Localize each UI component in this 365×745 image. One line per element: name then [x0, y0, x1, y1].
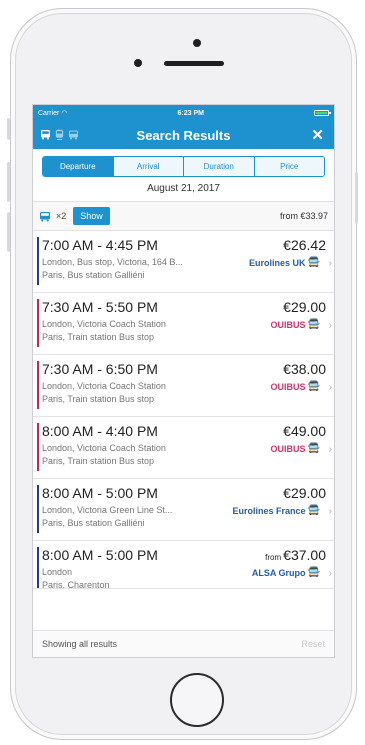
destination-stop: Paris, Train station Bus stop [42, 332, 155, 342]
chevron-right-icon: › [328, 444, 332, 455]
power-button [355, 172, 358, 224]
results-footer: Showing all results Reset [33, 630, 334, 657]
list-item[interactable]: 7:30 AM - 6:50 PM €38.00 London, Victori… [33, 355, 334, 417]
coach-icon: 🚍 [307, 381, 320, 392]
origin-stop: London, Victoria Coach Station [42, 381, 166, 391]
trip-price: €38.00 [283, 361, 326, 377]
carrier-name: Eurolines UK 🚍 [249, 257, 320, 268]
destination-stop: Paris, Bus station Galliéni [42, 270, 145, 280]
list-item[interactable]: 8:00 AM - 5:00 PM from €37.00 London Pari… [33, 541, 334, 589]
carrier-accent-bar [37, 423, 39, 471]
front-camera [193, 39, 201, 47]
destination-stop: Paris, Bus station Galliéni [42, 518, 145, 528]
trip-times: 7:30 AM - 6:50 PM [42, 361, 158, 377]
carrier-name: OUIBUS 🚍 [270, 443, 320, 454]
coach-icon: 🚍 [307, 505, 320, 516]
price-prefix: from [265, 553, 282, 562]
carrier-name: OUIBUS 🚍 [270, 381, 320, 392]
coach-icon: 🚍 [307, 319, 320, 330]
list-item[interactable]: 7:00 AM - 4:45 PM €26.42 London, Bus sto… [33, 231, 334, 293]
tab-arrival[interactable]: Arrival [112, 157, 183, 176]
show-button[interactable]: Show [73, 207, 110, 225]
list-item[interactable]: 8:00 AM - 4:40 PM €49.00 London, Victori… [33, 417, 334, 479]
page-title: Search Results [136, 128, 231, 143]
proximity-sensor [134, 59, 142, 67]
carrier-name: ALSA Grupo 🚍 [251, 567, 320, 578]
chevron-right-icon: › [328, 320, 332, 331]
results-status: Showing all results [42, 639, 118, 649]
earpiece-speaker [164, 61, 224, 66]
trip-times: 7:30 AM - 5:50 PM [42, 299, 158, 315]
trip-price: €26.42 [283, 237, 326, 253]
tab-duration[interactable]: Duration [183, 157, 254, 176]
coach-icon: 🚍 [307, 567, 320, 578]
battery-icon [313, 110, 331, 116]
sort-tabs: Departure Arrival Duration Price [42, 156, 325, 177]
carrier-label: Carrier ◠ [38, 110, 68, 117]
list-item[interactable]: 8:00 AM - 5:00 PM €29.00 London, Victori… [33, 479, 334, 541]
lowest-price: from €33.97 [279, 211, 328, 221]
home-button[interactable] [170, 673, 224, 727]
origin-stop: London, Victoria Green Line St... [42, 505, 173, 515]
tab-departure[interactable]: Departure [43, 157, 113, 176]
volume-up-button [7, 162, 10, 202]
clock: 6:23 PM [177, 109, 204, 117]
carrier-name: OUIBUS 🚍 [270, 319, 320, 330]
trip-price: €29.00 [283, 299, 326, 315]
tab-price[interactable]: Price [253, 157, 324, 176]
chevron-right-icon: › [328, 506, 332, 517]
carrier-accent-bar [37, 485, 39, 533]
origin-stop: London [42, 567, 73, 577]
trip-price: €29.00 [283, 485, 326, 501]
list-item[interactable]: 7:30 AM - 5:50 PM €29.00 London, Victori… [33, 293, 334, 355]
origin-stop: London, Victoria Coach Station [42, 319, 166, 329]
app-screen: Carrier ◠ 6:23 PM Search Results ✕ Depar… [32, 104, 335, 658]
carrier-name: Eurolines France 🚍 [232, 505, 320, 516]
chevron-right-icon: › [328, 568, 332, 579]
trip-times: 7:00 AM - 4:45 PM [42, 237, 158, 253]
origin-stop: London, Bus stop, Victoria, 164 B... [42, 257, 183, 267]
origin-stop: London, Victoria Coach Station [42, 443, 166, 453]
trip-times: 8:00 AM - 5:00 PM [42, 485, 158, 501]
coach-icon: 🚍 [307, 443, 320, 454]
carrier-accent-bar [37, 299, 39, 347]
destination-stop: Paris, Train station Bus stop [42, 394, 155, 404]
travel-date: August 21, 2017 [147, 183, 220, 194]
trip-times: 8:00 AM - 4:40 PM [42, 423, 158, 439]
bus-filter-icon[interactable] [39, 211, 51, 222]
nav-bar: Search Results ✕ [33, 121, 334, 149]
reset-button[interactable]: Reset [301, 639, 325, 649]
carrier-accent-bar [37, 237, 39, 285]
trip-times: 8:00 AM - 5:00 PM [42, 547, 158, 563]
chevron-right-icon: › [328, 382, 332, 393]
destination-stop: Paris, Train station Bus stop [42, 456, 155, 466]
wifi-icon: ◠ [61, 110, 68, 117]
close-icon[interactable]: ✕ [311, 126, 324, 144]
carrier-accent-bar [37, 547, 39, 588]
chevron-right-icon: › [328, 258, 332, 269]
trip-price: from €37.00 [265, 547, 326, 563]
carrier-accent-bar [37, 361, 39, 409]
results-list: 7:00 AM - 4:45 PM €26.42 London, Bus sto… [33, 231, 334, 589]
volume-down-button [7, 212, 10, 252]
mute-switch [7, 118, 10, 140]
filter-bar: ×2 Show from €33.97 [33, 201, 334, 231]
status-bar: Carrier ◠ 6:23 PM [33, 105, 334, 121]
passenger-count: ×2 [56, 211, 67, 221]
destination-stop: Paris, Charenton [42, 580, 110, 589]
trip-price: €49.00 [283, 423, 326, 439]
coach-icon: 🚍 [307, 257, 320, 268]
